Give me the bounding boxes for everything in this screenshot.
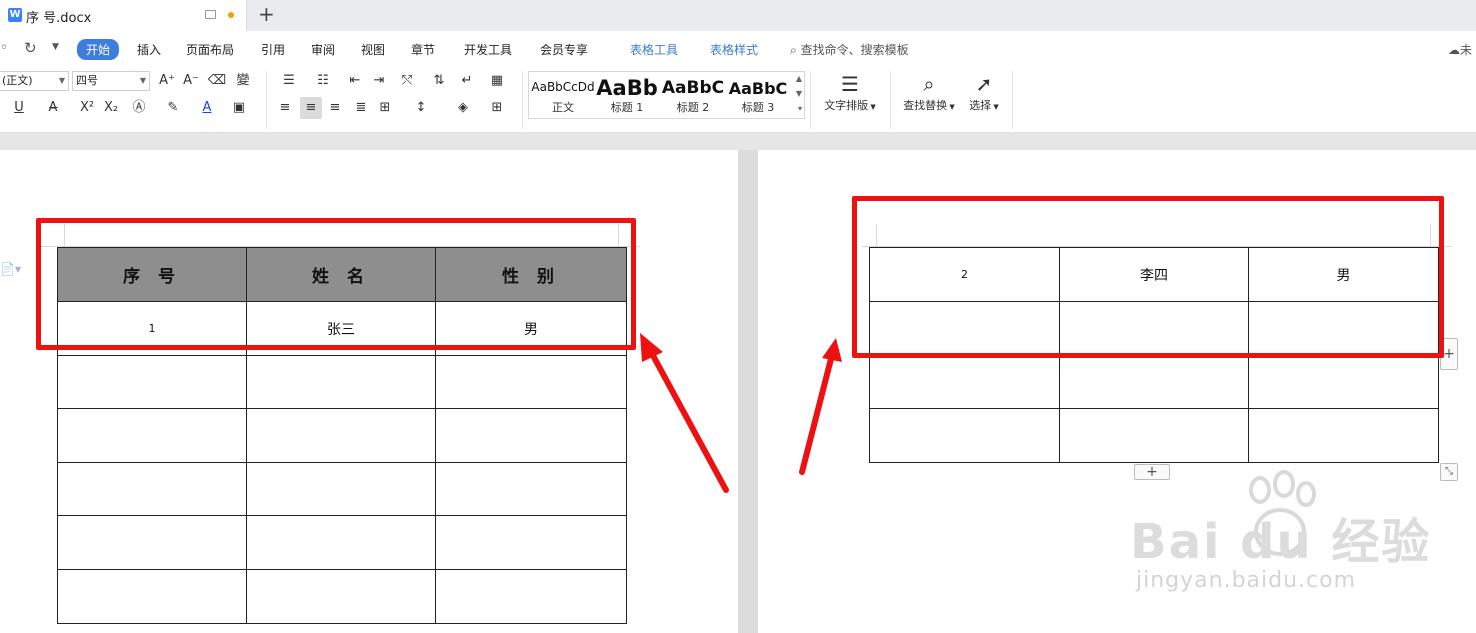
watermark-url: jingyan.baidu.com [1136,568,1357,593]
watermark-brand: Bai du 经验 [1130,514,1432,570]
arrow-left [640,333,729,493]
arrow-right [799,338,842,475]
baidu-jingyan-watermark: Bai du 经验 [1130,470,1429,570]
